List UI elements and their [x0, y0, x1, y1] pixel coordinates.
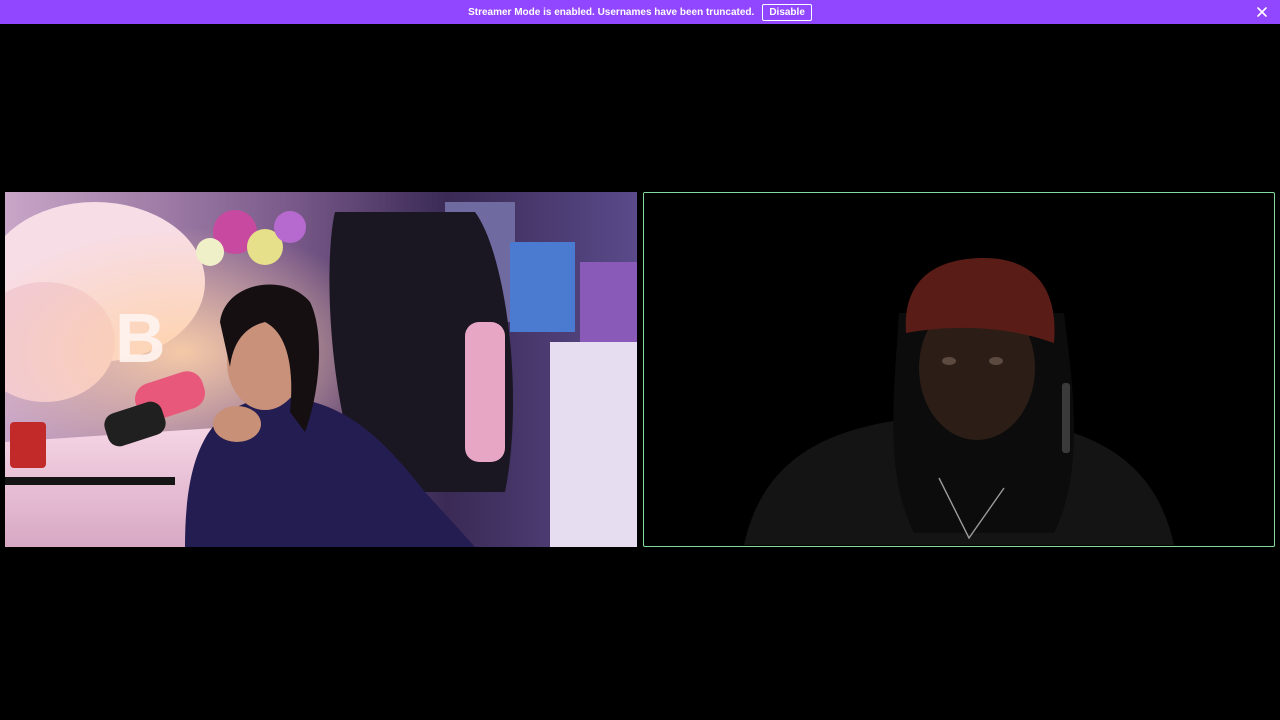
video-frame-1: B: [5, 192, 637, 547]
video-stage: B: [0, 24, 1280, 720]
participant-video-2[interactable]: [643, 192, 1275, 547]
svg-text:B: B: [115, 299, 166, 377]
close-icon[interactable]: [1254, 4, 1270, 20]
participant-video-1[interactable]: B: [5, 192, 637, 547]
disable-streamer-mode-button[interactable]: Disable: [762, 3, 812, 21]
streamer-mode-message: Streamer Mode is enabled. Usernames have…: [468, 6, 755, 18]
video-frame-2: [644, 193, 1273, 545]
streamer-mode-banner: Streamer Mode is enabled. Usernames have…: [0, 0, 1280, 24]
